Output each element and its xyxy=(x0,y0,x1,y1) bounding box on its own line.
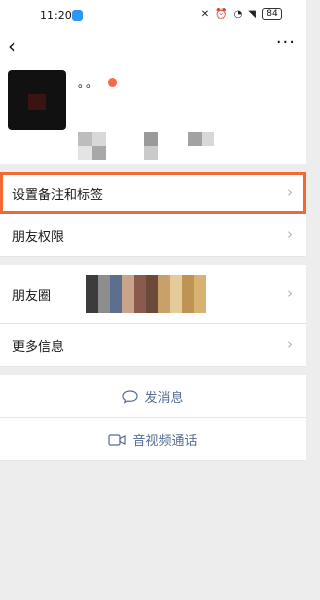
friend-permissions-row[interactable]: 朋友权限 › xyxy=(0,214,306,257)
status-bar: 11:20 ✕ ⏰ ◔ ◥ 84 xyxy=(0,0,306,30)
wifi-icon: ◥ xyxy=(248,8,256,20)
notification-app-icon xyxy=(72,10,83,21)
more-info-row[interactable]: 更多信息 › xyxy=(0,324,306,367)
status-right-icons: ✕ ⏰ ◔ ◥ 84 xyxy=(201,8,282,20)
battery-icon: 84 xyxy=(262,8,282,20)
profile-card: 。。 xyxy=(0,60,306,186)
remark-and-tags-row[interactable]: 设置备注和标签 › xyxy=(0,172,306,214)
video-call-label: 音视频通话 xyxy=(132,434,198,449)
friend-permissions-label: 朋友权限 xyxy=(12,230,65,245)
chevron-right-icon: › xyxy=(287,183,293,201)
contact-name-block: 。。 xyxy=(78,72,118,91)
moments-thumbnails xyxy=(86,275,206,313)
send-message-button[interactable]: 发消息 xyxy=(0,375,306,418)
remark-and-tags-label: 设置备注和标签 xyxy=(12,188,104,203)
nav-bar: ‹ ··· xyxy=(0,30,306,60)
chevron-right-icon: › xyxy=(287,284,293,302)
chevron-left-icon[interactable]: ‹ xyxy=(8,34,16,58)
video-call-button[interactable]: 音视频通话 xyxy=(0,418,306,461)
section-gap xyxy=(0,367,306,375)
status-time: 11:20 xyxy=(40,9,72,22)
avatar[interactable] xyxy=(8,70,66,130)
chat-bubble-icon xyxy=(122,389,139,404)
alarm-icon: ⏰ xyxy=(215,8,228,20)
mute-icon: ✕ xyxy=(200,8,210,20)
moments-row[interactable]: 朋友圈 › xyxy=(0,265,306,324)
send-message-label: 发消息 xyxy=(144,391,184,406)
more-info-label: 更多信息 xyxy=(12,340,65,355)
empty-area xyxy=(0,468,306,600)
section-gap xyxy=(0,257,306,265)
contact-name: 。。 xyxy=(78,76,101,90)
chevron-right-icon: › xyxy=(287,225,293,243)
dnd-icon: ◔ xyxy=(233,8,243,20)
more-button[interactable]: ··· xyxy=(276,32,296,53)
gender-icon xyxy=(108,78,118,87)
moments-label: 朋友圈 xyxy=(12,289,52,304)
chevron-right-icon: › xyxy=(287,335,293,353)
video-camera-icon xyxy=(108,433,127,446)
